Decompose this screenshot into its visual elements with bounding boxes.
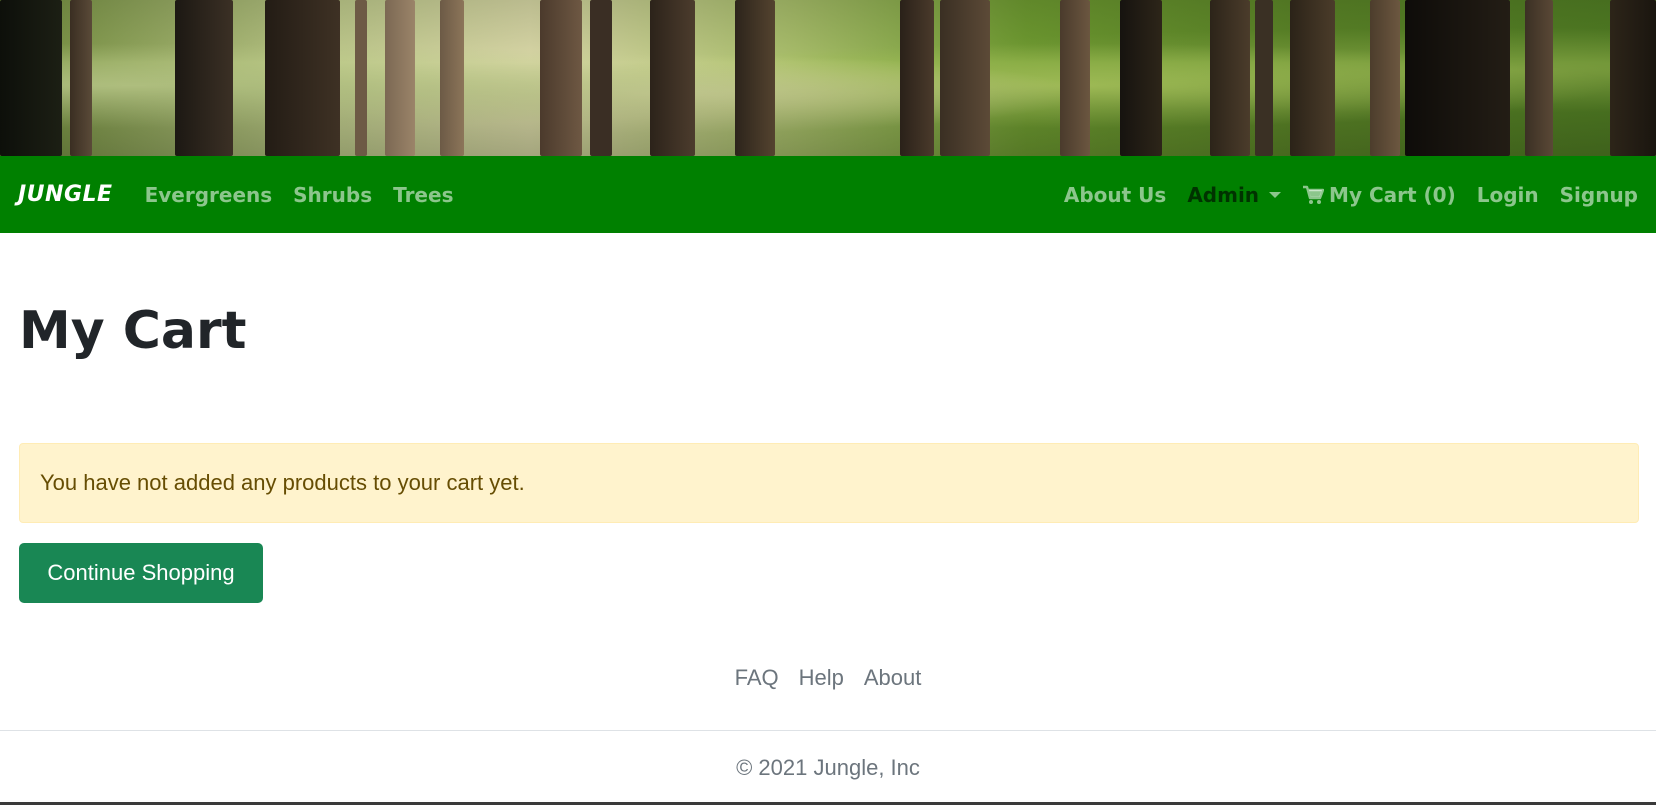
nav-right-group: About Us Admin My Cart (0) Login Signup	[1043, 183, 1638, 207]
header-banner-image	[0, 0, 1656, 156]
nav-link-signup[interactable]: Signup	[1560, 183, 1638, 207]
footer-link-about[interactable]: About	[864, 665, 922, 691]
shopping-cart-icon	[1303, 185, 1325, 204]
caret-down-icon	[1269, 191, 1282, 198]
admin-dropdown-toggle[interactable]: Admin	[1187, 182, 1282, 207]
brand-logo-link[interactable]: JUNGLE	[18, 182, 113, 207]
main-navbar: JUNGLE Evergreens Shrubs Trees About Us …	[0, 156, 1656, 233]
footer-nav: FAQ Help About	[0, 665, 1656, 691]
nav-link-trees[interactable]: Trees	[393, 183, 453, 207]
empty-cart-alert: You have not added any products to your …	[19, 443, 1639, 523]
admin-dropdown-label: Admin	[1187, 182, 1260, 207]
page-title: My Cart	[19, 301, 247, 361]
continue-shopping-button[interactable]: Continue Shopping	[19, 543, 263, 603]
footer-divider	[0, 730, 1656, 731]
my-cart-label: My Cart (0)	[1329, 182, 1456, 207]
footer-link-faq[interactable]: FAQ	[735, 665, 779, 691]
copyright-text: © 2021 Jungle, Inc	[736, 755, 920, 780]
nav-link-evergreens[interactable]: Evergreens	[145, 183, 273, 207]
footer-link-help[interactable]: Help	[799, 665, 844, 691]
empty-cart-message: You have not added any products to your …	[40, 470, 525, 495]
nav-link-about-us[interactable]: About Us	[1064, 183, 1166, 207]
nav-link-shrubs[interactable]: Shrubs	[293, 183, 372, 207]
nav-link-my-cart[interactable]: My Cart (0)	[1302, 183, 1456, 207]
nav-link-login[interactable]: Login	[1477, 183, 1539, 207]
